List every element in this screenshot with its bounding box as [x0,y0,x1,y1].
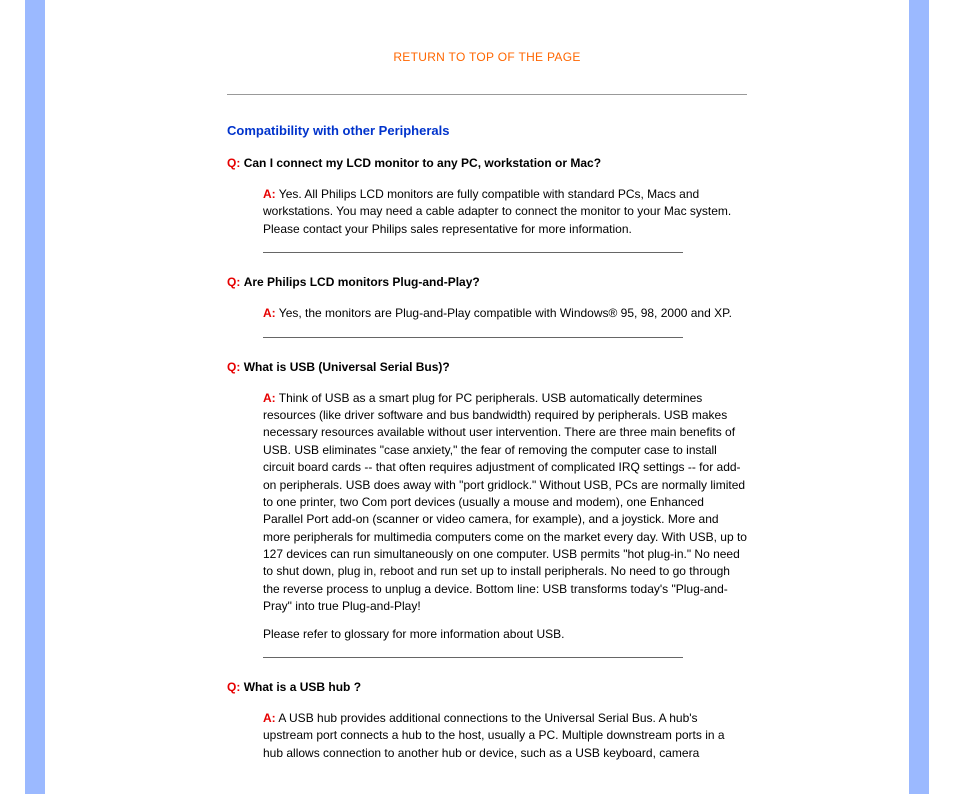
qa-block: Q: What is USB (Universal Serial Bus)? A… [227,360,747,658]
answer-wrap: A: Yes. All Philips LCD monitors are ful… [263,186,747,253]
a-label: A: [263,187,276,201]
page-wrapper: RETURN TO TOP OF THE PAGE Compatibility … [0,0,954,794]
answer-body: Think of USB as a smart plug for PC peri… [263,391,747,614]
main-area: RETURN TO TOP OF THE PAGE Compatibility … [45,0,909,794]
question-line: Q: What is USB (Universal Serial Bus)? [227,360,747,374]
section-divider [227,94,747,95]
answer-wrap: A: A USB hub provides additional connect… [263,710,747,762]
qa-block: Q: What is a USB hub ? A: A USB hub prov… [227,680,747,762]
q-label: Q: [227,275,240,289]
answer-extra: Please refer to glossary for more inform… [263,626,747,643]
question-line: Q: Are Philips LCD monitors Plug-and-Pla… [227,275,747,289]
left-decorative-bar [25,0,45,794]
answer-divider [263,337,683,338]
q-label: Q: [227,156,240,170]
q-label: Q: [227,360,240,374]
question-line: Q: What is a USB hub ? [227,680,747,694]
answer-text: A: A USB hub provides additional connect… [263,710,747,762]
qa-block: Q: Can I connect my LCD monitor to any P… [227,156,747,253]
answer-body: Yes. All Philips LCD monitors are fully … [263,187,731,236]
question-text: What is USB (Universal Serial Bus)? [244,360,450,374]
answer-body: Yes, the monitors are Plug-and-Play comp… [279,306,732,320]
answer-divider [263,252,683,253]
answer-divider [263,657,683,658]
return-to-top-link[interactable]: RETURN TO TOP OF THE PAGE [227,50,747,64]
question-line: Q: Can I connect my LCD monitor to any P… [227,156,747,170]
question-text: Are Philips LCD monitors Plug-and-Play? [244,275,480,289]
question-text: What is a USB hub ? [244,680,361,694]
answer-wrap: A: Yes, the monitors are Plug-and-Play c… [263,305,747,337]
content: RETURN TO TOP OF THE PAGE Compatibility … [227,50,747,784]
q-label: Q: [227,680,240,694]
answer-text: A: Yes, the monitors are Plug-and-Play c… [263,305,747,322]
section-heading: Compatibility with other Peripherals [227,123,747,138]
qa-block: Q: Are Philips LCD monitors Plug-and-Pla… [227,275,747,337]
answer-wrap: A: Think of USB as a smart plug for PC p… [263,390,747,658]
answer-text: A: Yes. All Philips LCD monitors are ful… [263,186,747,238]
answer-text: A: Think of USB as a smart plug for PC p… [263,390,747,616]
right-decorative-bar [909,0,929,794]
a-label: A: [263,306,276,320]
a-label: A: [263,711,276,725]
a-label: A: [263,391,276,405]
answer-body: A USB hub provides additional connection… [263,711,725,760]
question-text: Can I connect my LCD monitor to any PC, … [244,156,601,170]
